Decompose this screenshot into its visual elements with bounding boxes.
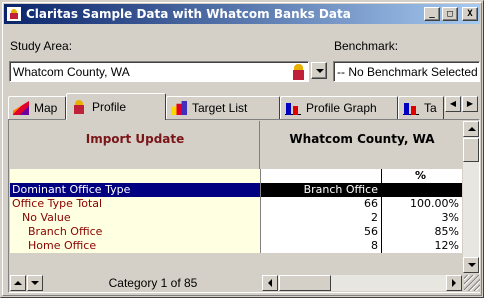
resize-grip[interactable] <box>464 275 480 291</box>
category-navigation-bar: Category 1 of 85 <box>10 274 480 292</box>
table-row[interactable]: Office Type Total 66 100.00% <box>10 197 462 211</box>
vertical-scrollbar[interactable] <box>463 121 479 273</box>
benchmark-field[interactable]: -- No Benchmark Selected <box>333 61 480 82</box>
row-value[interactable]: 8 <box>260 239 382 253</box>
row-value <box>260 169 382 183</box>
study-area-dropdown-button[interactable] <box>311 62 327 79</box>
tab-table-label: Ta <box>424 101 437 115</box>
category-next-button[interactable] <box>27 275 43 291</box>
app-icon <box>7 7 21 21</box>
study-area-field[interactable]: Whatcom County, WA <box>9 61 309 82</box>
horizontal-scroll-thumb[interactable] <box>279 275 331 291</box>
profile-graph-icon <box>285 101 301 115</box>
row-percent[interactable]: 12% <box>382 239 462 253</box>
row-label[interactable]: Dominant Office Type <box>10 183 260 197</box>
tab-map[interactable]: Map <box>8 96 66 119</box>
close-button[interactable]: X <box>462 7 478 21</box>
row-percent[interactable]: 85% <box>382 225 462 239</box>
tab-bar: Map Profile Target List Profile Graph Ta… <box>8 93 480 120</box>
row-value[interactable]: 56 <box>260 225 382 239</box>
tab-table[interactable]: Ta <box>398 96 444 119</box>
tab-target-list-label: Target List <box>192 101 248 115</box>
percent-column-header: % <box>382 169 462 183</box>
table-row[interactable]: No Value 2 3% <box>10 211 462 225</box>
row-value[interactable]: 2 <box>260 211 382 225</box>
row-label[interactable]: No Value <box>10 211 260 225</box>
area-column-header: Whatcom County, WA <box>289 132 435 146</box>
horizontal-scrollbar[interactable] <box>262 275 462 291</box>
row-value[interactable]: Branch Office <box>260 183 382 197</box>
scroll-down-button[interactable] <box>463 257 479 273</box>
profile-icon[interactable] <box>290 64 308 80</box>
profile-grid: Import Update Whatcom County, WA % Domin… <box>8 119 480 293</box>
scroll-left-button[interactable] <box>262 275 278 291</box>
app-window: Claritas Sample Data with Whatcom Banks … <box>0 0 484 298</box>
row-label[interactable]: Home Office <box>10 239 260 253</box>
scroll-up-button[interactable] <box>463 121 479 137</box>
tab-profile-graph-label: Profile Graph <box>306 101 377 115</box>
title-bar[interactable]: Claritas Sample Data with Whatcom Banks … <box>4 4 480 24</box>
target-list-icon <box>171 101 187 115</box>
tab-scroll-left-button[interactable]: ◀ <box>445 96 461 112</box>
row-value[interactable]: 66 <box>260 197 382 211</box>
row-percent[interactable]: 3% <box>382 211 462 225</box>
category-counter: Category 1 of 85 <box>108 276 198 290</box>
tab-map-label: Map <box>34 101 58 115</box>
scroll-thumb[interactable] <box>463 138 479 162</box>
table-row-selected[interactable]: Dominant Office Type Branch Office <box>10 183 462 197</box>
tab-profile-graph[interactable]: Profile Graph <box>280 96 398 119</box>
category-previous-button[interactable] <box>10 275 26 291</box>
table-row[interactable]: Branch Office 56 85% <box>10 225 462 239</box>
table-row: % <box>10 169 462 183</box>
scroll-right-button[interactable] <box>446 275 462 291</box>
table-icon <box>403 101 419 115</box>
import-update-header[interactable]: Import Update <box>10 132 260 146</box>
left-header-cell: Import Update <box>10 121 260 169</box>
row-label <box>10 169 260 183</box>
window-title: Claritas Sample Data with Whatcom Banks … <box>26 7 351 21</box>
row-percent[interactable] <box>382 183 462 197</box>
tab-profile-label: Profile <box>92 100 127 114</box>
study-area-label: Study Area: <box>10 39 73 53</box>
row-label[interactable]: Branch Office <box>10 225 260 239</box>
profile-icon <box>71 100 87 114</box>
table-row[interactable]: Home Office 8 12% <box>10 239 462 253</box>
map-icon <box>13 101 29 115</box>
tab-profile[interactable]: Profile <box>66 93 166 120</box>
tab-target-list[interactable]: Target List <box>166 96 280 119</box>
tab-scroll-right-button[interactable]: ▶ <box>462 96 478 112</box>
maximize-button[interactable]: □ <box>442 7 458 21</box>
benchmark-label: Benchmark: <box>334 39 399 53</box>
row-label[interactable]: Office Type Total <box>10 197 260 211</box>
minimize-button[interactable]: _ <box>424 7 440 21</box>
row-percent[interactable]: 100.00% <box>382 197 462 211</box>
